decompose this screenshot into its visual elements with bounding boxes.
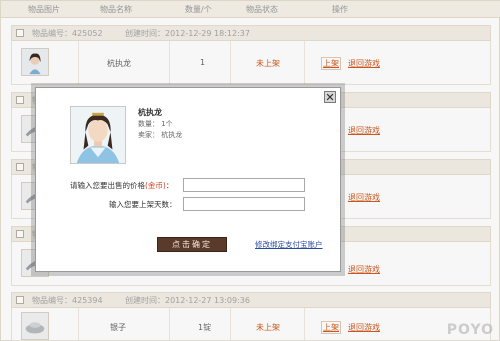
price-label: 请输入您要出售的价格(金币)：: [70, 181, 174, 190]
close-icon[interactable]: [324, 91, 336, 103]
sell-item-dialog: 杭执龙 数量： 1个 卖家： 杭执龙 请输入您要出售的价格(金币)： 输入您要上…: [35, 87, 341, 272]
dialog-item-name: 杭执龙: [138, 108, 162, 117]
days-label: 输入您要上架天数：: [109, 200, 177, 209]
dialog-quantity: 数量： 1个: [138, 120, 173, 128]
change-alipay-link[interactable]: 修改绑定支付宝账户: [255, 239, 323, 250]
confirm-button[interactable]: 点击确定: [157, 237, 227, 252]
character-portrait: [70, 106, 126, 164]
price-input[interactable]: [183, 178, 305, 192]
watermark-logo: POYO: [446, 322, 494, 338]
days-input[interactable]: [183, 197, 305, 211]
dialog-seller: 卖家： 杭执龙: [138, 131, 183, 139]
